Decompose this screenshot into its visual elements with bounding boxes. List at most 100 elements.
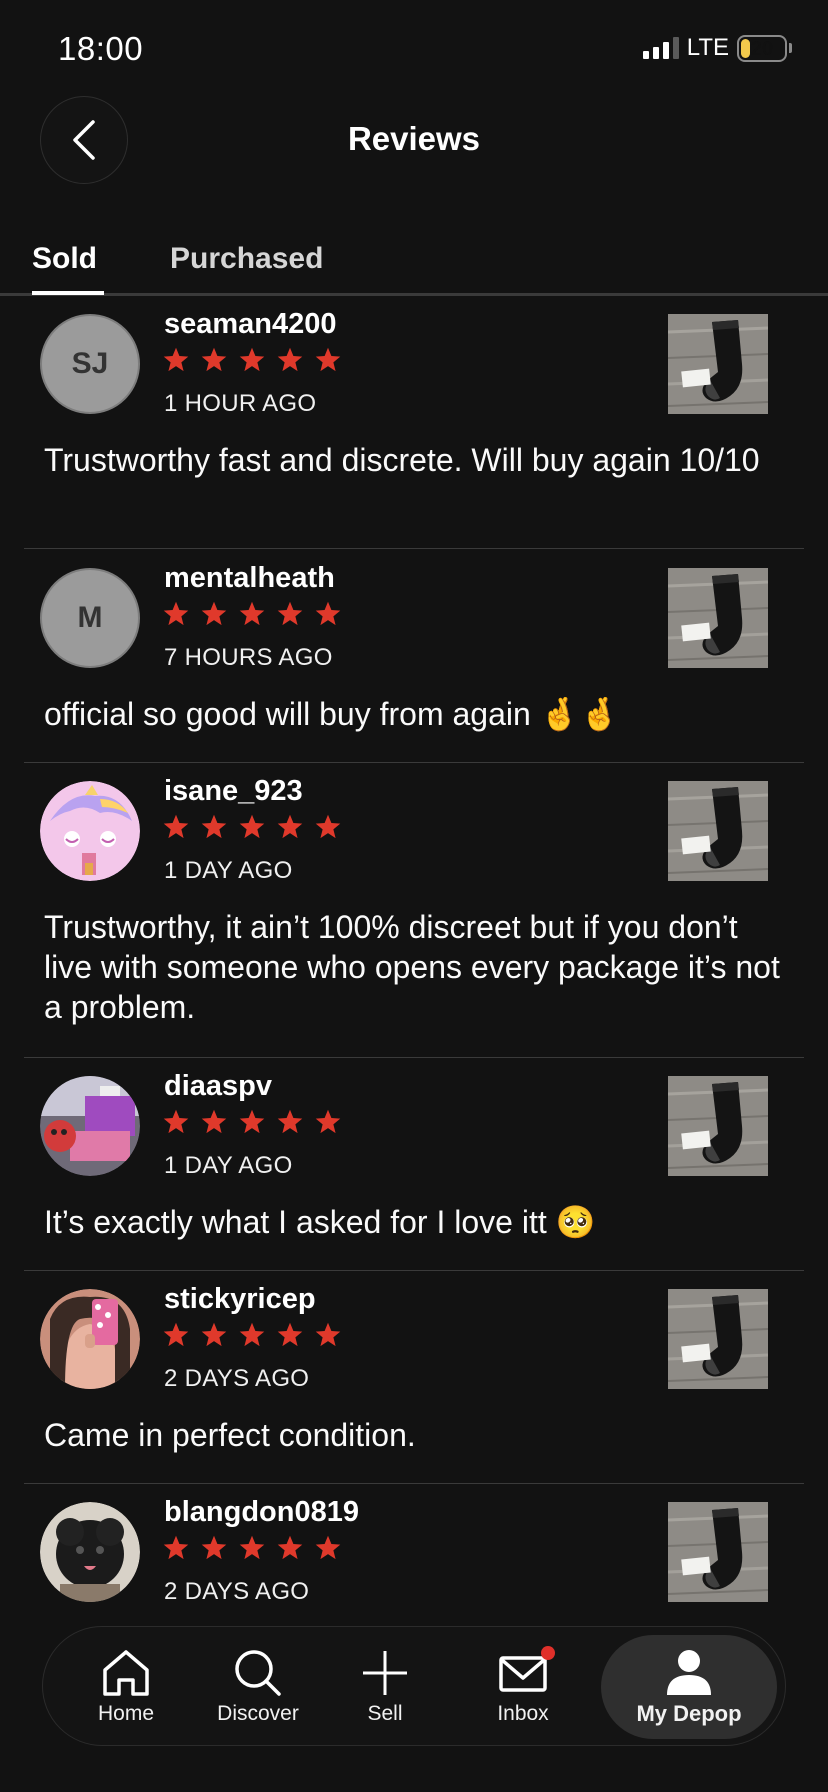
nav-my-depop[interactable]: My Depop (601, 1635, 777, 1739)
avatar[interactable]: M (40, 568, 140, 668)
review-time: 1 DAY AGO (164, 1152, 293, 1179)
nav-inbox[interactable]: Inbox (468, 1627, 578, 1747)
nav-sell-label: Sell (367, 1702, 403, 1725)
avatar[interactable]: SJ (40, 314, 140, 414)
nav-sell[interactable]: Sell (335, 1627, 435, 1747)
review-item[interactable]: M mentalheath 7 HOURS AGO official so go… (24, 562, 804, 763)
star-rating (162, 813, 342, 841)
divider (24, 1482, 804, 1484)
tab-bar: Sold Purchased (0, 240, 828, 296)
star-icon (239, 347, 265, 372)
signal-icon (642, 37, 679, 59)
active-tab-indicator (32, 291, 104, 295)
review-time: 1 DAY AGO (164, 857, 293, 884)
star-icon (315, 1109, 341, 1134)
star-rating (162, 600, 342, 628)
nav-home-label: Home (97, 1702, 155, 1725)
review-time: 7 HOURS AGO (164, 644, 333, 671)
star-rating (162, 1321, 342, 1349)
review-text: It’s exactly what I asked for I love itt… (44, 1204, 596, 1240)
star-icon (239, 1535, 265, 1560)
product-thumbnail[interactable] (668, 314, 768, 414)
star-icon (201, 601, 227, 626)
reviewer-username[interactable]: blangdon0819 (164, 1496, 359, 1529)
review-time: 2 DAYS AGO (164, 1365, 310, 1392)
nav-discover[interactable]: Discover (193, 1627, 323, 1747)
star-icon (163, 1322, 189, 1347)
plus-icon (363, 1651, 407, 1695)
star-icon (315, 814, 341, 839)
avatar[interactable] (40, 1502, 140, 1602)
star-rating (162, 1534, 342, 1562)
review-item[interactable]: stickyricep 2 DAYS AGO Came in perfect c… (24, 1283, 804, 1484)
reviewer-username[interactable]: diaaspv (164, 1070, 272, 1103)
star-icon (239, 814, 265, 839)
star-icon (277, 814, 303, 839)
profile-icon (667, 1650, 711, 1695)
status-indicators: LTE 20 (642, 34, 792, 62)
star-icon (201, 347, 227, 372)
product-thumbnail[interactable] (668, 568, 768, 668)
star-icon (315, 347, 341, 372)
product-thumbnail[interactable] (668, 1502, 768, 1602)
avatar[interactable] (40, 781, 140, 881)
reviewer-username[interactable]: mentalheath (164, 562, 335, 595)
product-thumbnail[interactable] (668, 1289, 768, 1389)
review-text: Came in perfect condition. (44, 1417, 416, 1453)
status-bar: 18:00 LTE 20 (0, 0, 828, 100)
star-icon (163, 1109, 189, 1134)
reviewer-username[interactable]: seaman4200 (164, 308, 337, 341)
battery-level: 20 (750, 37, 774, 60)
divider (24, 761, 804, 763)
review-item[interactable]: isane_923 1 DAY AGO Trustworthy, it ain’… (24, 775, 804, 1058)
battery-icon: 20 (737, 34, 787, 62)
reviewer-username[interactable]: isane_923 (164, 775, 303, 808)
divider (24, 547, 804, 549)
review-item[interactable]: SJ seaman4200 1 HOUR AGO Trustworthy fas… (24, 308, 804, 549)
star-icon (201, 1535, 227, 1560)
nav-my-depop-label: My Depop (636, 1701, 742, 1726)
star-rating (162, 346, 342, 374)
product-thumbnail[interactable] (668, 781, 768, 881)
star-icon (201, 814, 227, 839)
review-item[interactable]: diaaspv 1 DAY AGO It’s exactly what I as… (24, 1070, 804, 1271)
home-icon (103, 1650, 149, 1696)
review-time: 1 HOUR AGO (164, 390, 317, 417)
review-text: official so good will buy from again 🤞🤞 (44, 696, 620, 732)
star-icon (277, 1322, 303, 1347)
star-icon (163, 814, 189, 839)
star-icon (315, 601, 341, 626)
star-icon (201, 1322, 227, 1347)
star-icon (277, 601, 303, 626)
star-icon (315, 1535, 341, 1560)
review-item[interactable]: blangdon0819 2 DAYS AGO (24, 1496, 804, 1632)
nav-discover-label: Discover (217, 1702, 299, 1725)
star-icon (163, 347, 189, 372)
review-text: Trustworthy fast and discrete. Will buy … (44, 442, 760, 478)
star-icon (201, 1109, 227, 1134)
star-rating (162, 1108, 342, 1136)
page-title: Reviews (347, 120, 481, 157)
star-icon (277, 1535, 303, 1560)
avatar[interactable] (40, 1076, 140, 1176)
nav-home[interactable]: Home (71, 1627, 181, 1747)
divider (24, 1056, 804, 1058)
star-icon (163, 601, 189, 626)
star-icon (239, 1109, 265, 1134)
product-thumbnail[interactable] (668, 1076, 768, 1176)
star-icon (163, 1535, 189, 1560)
reviewer-username[interactable]: stickyricep (164, 1283, 316, 1316)
status-time: 18:00 (58, 30, 144, 67)
star-icon (277, 347, 303, 372)
search-icon (235, 1650, 281, 1696)
tab-sold[interactable]: Sold (32, 242, 97, 276)
star-icon (239, 601, 265, 626)
nav-inbox-label: Inbox (497, 1702, 549, 1725)
review-time: 2 DAYS AGO (164, 1578, 310, 1605)
notification-badge (541, 1646, 555, 1660)
star-icon (277, 1109, 303, 1134)
avatar[interactable] (40, 1289, 140, 1389)
tab-purchased[interactable]: Purchased (170, 242, 323, 276)
star-icon (315, 1322, 341, 1347)
divider (24, 1269, 804, 1271)
